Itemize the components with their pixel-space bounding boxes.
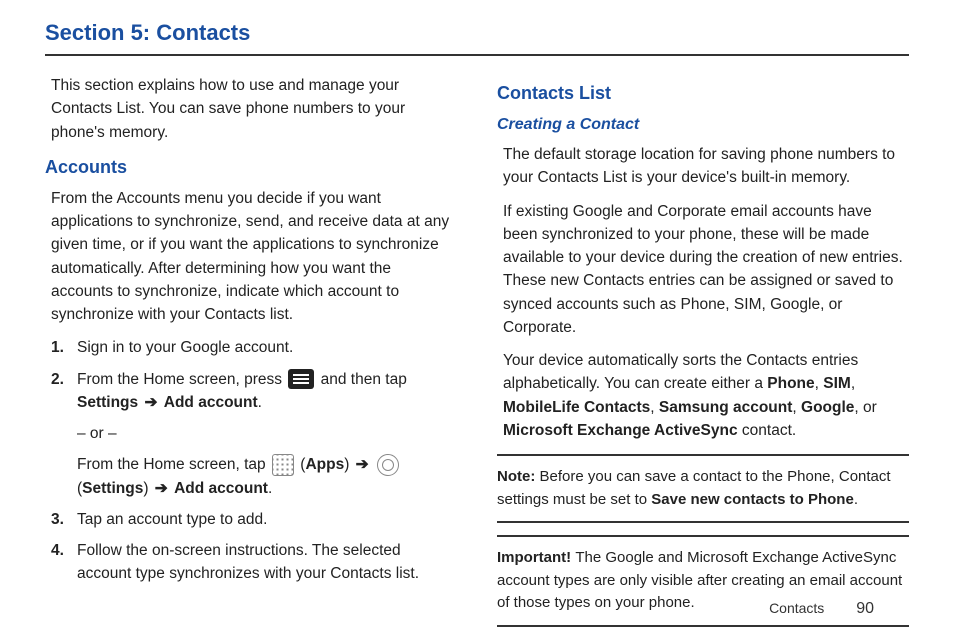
- intro-paragraph: This section explains how to use and man…: [51, 74, 457, 144]
- step-1: 1. Sign in to your Google account.: [51, 336, 457, 359]
- text: ,: [792, 399, 801, 416]
- step-alt: From the Home screen, tap (Apps) ➔ (Sett…: [77, 453, 457, 500]
- step-4: 4. Follow the on-screen instructions. Th…: [51, 539, 457, 586]
- settings-icon: [377, 454, 399, 476]
- text: .: [258, 394, 262, 411]
- text: ): [344, 456, 353, 473]
- right-column: Contacts List Creating a Contact The def…: [497, 74, 909, 639]
- step-body: Tap an account type to add.: [77, 508, 457, 531]
- samsung-label: Samsung account: [659, 399, 793, 416]
- accounts-heading: Accounts: [45, 154, 457, 181]
- arrow-icon: ➔: [140, 394, 162, 411]
- page-number: 90: [856, 600, 874, 617]
- or-divider: – or –: [77, 422, 457, 445]
- important-label: Important!: [497, 549, 575, 566]
- paragraph: Your device automatically sorts the Cont…: [503, 349, 909, 442]
- text: and then tap: [316, 371, 407, 388]
- phone-label: Phone: [767, 375, 814, 392]
- step-number: 2.: [51, 368, 77, 500]
- text: .: [268, 480, 272, 497]
- text: ,: [650, 399, 659, 416]
- add-account-label: Add account: [164, 394, 258, 411]
- text: ,: [815, 375, 824, 392]
- text: From the Home screen, press: [77, 371, 286, 388]
- sim-label: SIM: [823, 375, 851, 392]
- text: ): [143, 480, 152, 497]
- apps-label: Apps: [305, 456, 344, 473]
- msexchange-label: Microsoft Exchange ActiveSync: [503, 422, 738, 439]
- accounts-paragraph: From the Accounts menu you decide if you…: [51, 187, 457, 327]
- footer-section: Contacts: [769, 600, 824, 616]
- text: From the Home screen, tap: [77, 456, 270, 473]
- page-footer: Contacts 90: [769, 600, 874, 618]
- section-title: Section 5: Contacts: [45, 20, 909, 56]
- note-block: Note: Before you can save a contact to t…: [497, 454, 909, 523]
- left-column: This section explains how to use and man…: [45, 74, 457, 639]
- mobilelife-label: MobileLife Contacts: [503, 399, 650, 416]
- text: ,: [851, 375, 855, 392]
- step-body: Sign in to your Google account.: [77, 336, 457, 359]
- arrow-icon: ➔: [356, 456, 373, 473]
- text: contact.: [738, 422, 797, 439]
- google-label: Google: [801, 399, 854, 416]
- add-account-label: Add account: [174, 480, 268, 497]
- step-2: 2. From the Home screen, press and then …: [51, 368, 457, 500]
- paragraph: If existing Google and Corporate email a…: [503, 200, 909, 340]
- step-number: 3.: [51, 508, 77, 531]
- paragraph: The default storage location for saving …: [503, 143, 909, 190]
- note-label: Note:: [497, 468, 540, 485]
- save-new-contacts-label: Save new contacts to Phone: [651, 491, 854, 508]
- creating-contact-heading: Creating a Contact: [497, 113, 909, 137]
- arrow-icon: ➔: [155, 480, 172, 497]
- step-3: 3. Tap an account type to add.: [51, 508, 457, 531]
- text: .: [854, 491, 858, 508]
- settings-label: Settings: [82, 480, 143, 497]
- content-columns: This section explains how to use and man…: [45, 74, 909, 639]
- step-number: 4.: [51, 539, 77, 586]
- step-body: Follow the on-screen instructions. The s…: [77, 539, 457, 586]
- menu-icon: [288, 369, 314, 389]
- settings-label: Settings: [77, 394, 138, 411]
- step-body: From the Home screen, press and then tap…: [77, 368, 457, 500]
- steps-list: 1. Sign in to your Google account. 2. Fr…: [51, 336, 457, 585]
- apps-icon: [272, 454, 294, 476]
- contacts-list-heading: Contacts List: [497, 80, 909, 107]
- text: , or: [854, 399, 876, 416]
- step-number: 1.: [51, 336, 77, 359]
